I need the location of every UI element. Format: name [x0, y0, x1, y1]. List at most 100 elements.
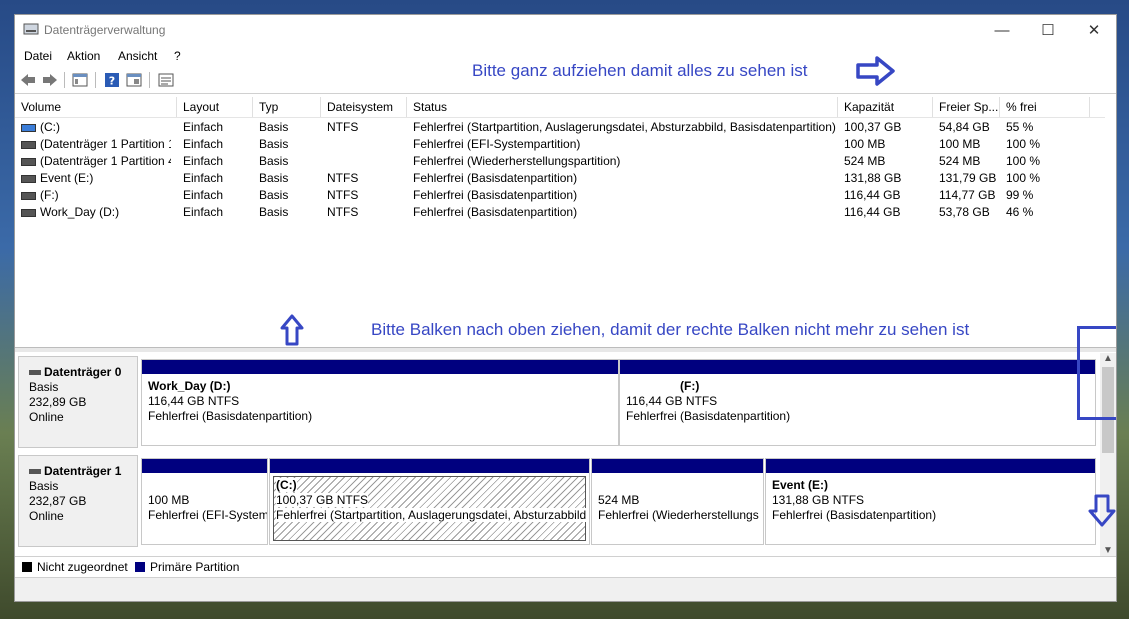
- table-row[interactable]: (C:) Einfach Basis NTFS Fehlerfrei (Startpar…: [15, 119, 1105, 136]
- cell-capacity: 116,44 GB: [844, 188, 932, 202]
- disk-0-label[interactable]: Datenträger 0 Basis 232,89 GB Online: [18, 356, 138, 448]
- cell-text: 131,79 GB: [939, 171, 997, 185]
- cell-capacity: 131,88 GB: [844, 171, 932, 185]
- cell-text: Fehlerfrei (Startpartition, Auslagerungs…: [413, 120, 836, 134]
- table-row[interactable]: Work_Day (D:) Einfach Basis NTFS Fehlerfrei …: [15, 204, 1105, 221]
- cell-text: 99 %: [1006, 188, 1034, 202]
- cell-text: 100 %: [1006, 154, 1041, 168]
- arrow-up-icon: [280, 314, 304, 346]
- forward-icon[interactable]: [41, 71, 59, 89]
- column-volume[interactable]: Volume: [15, 97, 177, 117]
- partition-status: Fehlerfrei (EFI-System: [148, 508, 268, 522]
- cell-status: Fehlerfrei (Wiederherstellungspartition): [413, 154, 838, 168]
- volume-list: Volume Layout Typ Dateisystem Status Kap…: [15, 97, 1116, 347]
- menu-help[interactable]: ?: [174, 49, 181, 63]
- menu-ansicht[interactable]: Ansicht: [118, 49, 157, 63]
- column-dateisystem[interactable]: Dateisystem: [321, 97, 407, 117]
- cell-text: 131,88 GB: [844, 171, 902, 185]
- scroll-down-icon[interactable]: ▼: [1100, 545, 1116, 556]
- partition-bar: [142, 459, 267, 473]
- menu-aktion[interactable]: Aktion: [67, 49, 100, 63]
- cell-text: (Datenträger 1 Partition 4): [40, 154, 171, 168]
- cell-text: Fehlerfrei (EFI-Systempartition): [413, 137, 581, 151]
- cell-pct: 55 %: [1006, 120, 1086, 134]
- back-icon[interactable]: [19, 71, 37, 89]
- partition-title: Work_Day (D:): [148, 379, 231, 393]
- disk-1-size: 232,87 GB: [29, 494, 87, 508]
- cell-text: 524 MB: [844, 154, 886, 168]
- partition-c[interactable]: (C:) 100,37 GB NTFS Fehlerfrei (Startpar…: [269, 458, 590, 545]
- properties-icon[interactable]: [125, 71, 143, 89]
- table-row[interactable]: (F:) Einfach Basis NTFS Fehlerfrei (Basisdat…: [15, 187, 1105, 204]
- partition-status: Fehlerfrei (Basisdatenpartition): [626, 409, 791, 423]
- disk-0-kind: Basis: [29, 380, 59, 394]
- table-row[interactable]: Event (E:) Einfach Basis NTFS Fehlerfrei (Ba…: [15, 170, 1105, 187]
- cell-layout: Einfach: [183, 171, 253, 185]
- cell-text: 46 %: [1006, 205, 1034, 219]
- cell-fs: NTFS: [327, 188, 405, 202]
- menu-datei[interactable]: Datei: [24, 49, 52, 63]
- partition-status: Fehlerfrei (Wiederherstellungs: [598, 508, 759, 522]
- cell-fs: NTFS: [327, 205, 405, 219]
- cell-pct: 99 %: [1006, 188, 1086, 202]
- cell-text: Einfach: [183, 171, 224, 185]
- partition-size: 100 MB: [148, 493, 190, 507]
- cell-text: Basis: [259, 205, 289, 219]
- cell-pct: 100 %: [1006, 171, 1086, 185]
- partition-f[interactable]: (F:) 116,44 GB NTFS Fehlerfrei (Basisdat…: [619, 359, 1096, 446]
- help-icon[interactable]: ?: [103, 71, 121, 89]
- cell-pct: 46 %: [1006, 205, 1086, 219]
- partition-status: Fehlerfrei (Basisdatenpartition): [148, 409, 313, 423]
- partition-efi[interactable]: 100 MB Fehlerfrei (EFI-System: [141, 458, 268, 545]
- disk-1-label[interactable]: Datenträger 1 Basis 232,87 GB Online: [18, 455, 138, 547]
- cell-fs: NTFS: [327, 171, 405, 185]
- annotation-drag-splitter: Bitte Balken nach oben ziehen, damit der…: [371, 320, 970, 339]
- column-status[interactable]: Status: [407, 97, 838, 117]
- partition-size: 524 MB: [598, 493, 640, 507]
- column-kapazitaet[interactable]: Kapazität: [838, 97, 933, 117]
- cell-status: Fehlerfrei (Startpartition, Auslagerungs…: [413, 120, 838, 134]
- cell-volume: (Datenträger 1 Partition 1): [21, 137, 171, 151]
- minimize-button[interactable]: —: [979, 15, 1025, 45]
- cell-text: (F:): [40, 188, 59, 202]
- list-view-icon[interactable]: [157, 71, 175, 89]
- close-button[interactable]: ✕: [1071, 15, 1116, 45]
- cell-text: Basis: [259, 120, 289, 134]
- table-row[interactable]: (Datenträger 1 Partition 4) Einfach Basis F…: [15, 153, 1105, 170]
- cell-free: 524 MB: [939, 154, 999, 168]
- cell-text: 55 %: [1006, 120, 1034, 134]
- legend-primary: Primäre Partition: [150, 560, 240, 574]
- toolbar-separator: [149, 72, 150, 88]
- table-row[interactable]: (Datenträger 1 Partition 1) Einfach Basis F…: [15, 136, 1105, 153]
- cell-text: NTFS: [327, 120, 359, 134]
- disk-icon: [29, 370, 41, 375]
- cell-text: 100 MB: [844, 137, 886, 151]
- partition-recovery[interactable]: 524 MB Fehlerfrei (Wiederherstellungs: [591, 458, 764, 545]
- cell-text: Fehlerfrei (Basisdatenpartition): [413, 171, 578, 185]
- column-freier-speicher[interactable]: Freier Sp...: [933, 97, 1000, 117]
- cell-layout: Einfach: [183, 137, 253, 151]
- cell-volume: Event (E:): [21, 171, 171, 185]
- cell-text: Work_Day (D:): [40, 205, 120, 219]
- column-typ[interactable]: Typ: [253, 97, 321, 117]
- volume-icon: [21, 157, 36, 166]
- partition-size: 100,37 GB NTFS: [276, 493, 369, 507]
- partition-e[interactable]: Event (E:) 131,88 GB NTFS Fehlerfrei (Ba…: [765, 458, 1096, 545]
- cell-text: NTFS: [327, 188, 359, 202]
- annotation-expand-window: Bitte ganz aufziehen damit alles zu sehe…: [472, 61, 808, 80]
- disk-0-size: 232,89 GB: [29, 395, 87, 409]
- cell-type: Basis: [259, 137, 319, 151]
- cell-layout: Einfach: [183, 154, 253, 168]
- maximize-button[interactable]: ☐: [1025, 15, 1071, 45]
- legend-unallocated-swatch: [22, 562, 32, 572]
- column-layout[interactable]: Layout: [177, 97, 253, 117]
- cell-text: NTFS: [327, 205, 359, 219]
- volume-icon: [21, 123, 36, 132]
- console-tree-icon[interactable]: [71, 71, 89, 89]
- cell-free: 100 MB: [939, 137, 999, 151]
- legend-unallocated: Nicht zugeordnet: [37, 560, 128, 574]
- partition-d[interactable]: Work_Day (D:) 116,44 GB NTFS Fehlerfrei …: [141, 359, 619, 446]
- legend: Nicht zugeordnet Primäre Partition: [15, 556, 1116, 577]
- column-prozent-frei[interactable]: % frei: [1000, 97, 1090, 117]
- cell-volume: Work_Day (D:): [21, 205, 171, 219]
